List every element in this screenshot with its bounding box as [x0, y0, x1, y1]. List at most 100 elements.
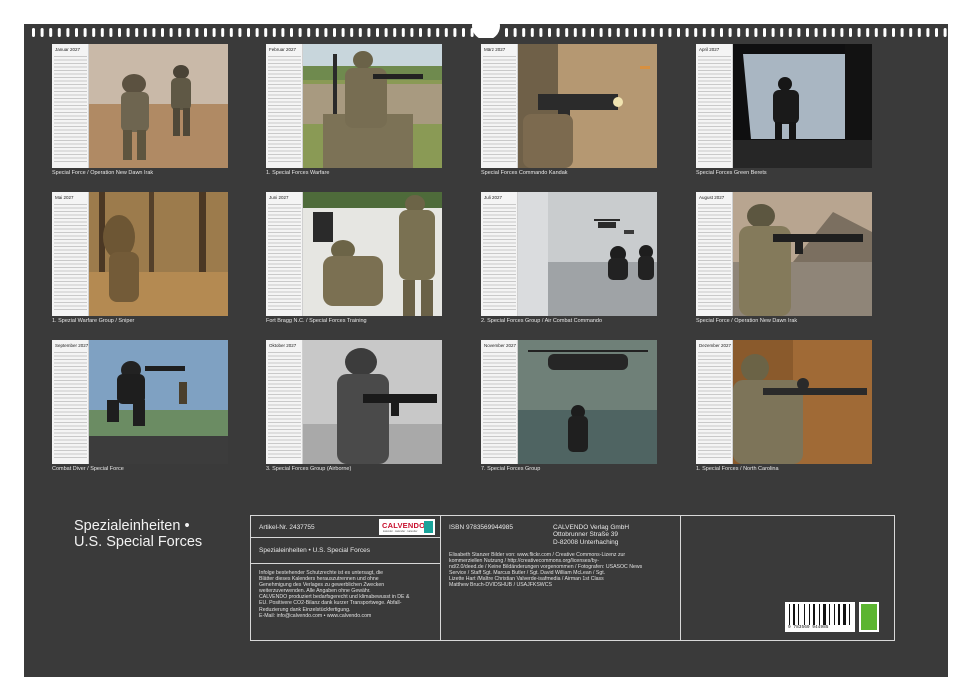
- month-photo: [733, 340, 872, 464]
- month-thumbnail-march[interactable]: März 2027 Special Forces Commando Kandak: [481, 44, 657, 180]
- binding-loop: [840, 28, 844, 37]
- binding-loop: [401, 28, 405, 37]
- binding-loop: [849, 28, 852, 37]
- month-page: April 2027: [696, 44, 872, 168]
- month-photo: [733, 44, 872, 168]
- barcode-bar: [813, 604, 815, 625]
- month-page: Dezember 2027: [696, 340, 872, 464]
- month-photo: [89, 340, 228, 464]
- binding-loop: [453, 28, 457, 37]
- article-number: Artikel-Nr. 2437755: [259, 524, 315, 531]
- month-thumbnail-january[interactable]: Januar 2027 Special Force / Operation Ne…: [52, 44, 228, 180]
- binding-loop: [720, 28, 723, 37]
- month-name: Mai 2027: [55, 195, 74, 200]
- month-thumbnail-november[interactable]: November 2027 7. Special Forces Group: [481, 340, 657, 476]
- binding-loop: [229, 28, 233, 37]
- month-photo: [303, 340, 442, 464]
- binding-loop: [384, 28, 388, 37]
- binding-loop: [573, 28, 577, 37]
- publisher-line: Ottobrunner Straße 39: [553, 531, 619, 539]
- binding-loop: [169, 28, 173, 37]
- month-page: August 2027: [696, 192, 872, 316]
- binding-loop: [290, 28, 293, 37]
- month-thumbnail-august[interactable]: August 2027 Special Force / Operation Ne…: [696, 192, 872, 328]
- binding-loop: [126, 28, 130, 37]
- date-column: November 2027: [481, 340, 518, 464]
- binding-loop: [943, 28, 947, 37]
- binding-loop: [505, 28, 508, 37]
- binding-loop: [522, 28, 526, 37]
- binding-loop: [591, 28, 594, 37]
- photo-credits: Elisabeth Stanzer Bilder von: www.flickr…: [449, 552, 679, 589]
- date-column: Juli 2027: [481, 192, 518, 316]
- eco-badge: [859, 602, 879, 632]
- binding-loop: [143, 28, 147, 37]
- binding-loop: [806, 28, 809, 37]
- month-caption: Special Forces Green Berets: [696, 170, 767, 176]
- month-caption: Special Force / Operation New Dawn Irak: [52, 170, 154, 176]
- month-thumbnail-october[interactable]: Oktober 2027 3. Special Forces Group (Ai…: [266, 340, 442, 476]
- binding-loop: [66, 28, 70, 37]
- binding-loop: [548, 28, 551, 37]
- month-thumbnail-september[interactable]: September 2027 Combat Diver / Special Fo…: [52, 340, 228, 476]
- binding-loop: [393, 28, 397, 37]
- month-caption: 1. Special Forces Warfare: [266, 170, 330, 176]
- binding-loop: [917, 28, 921, 37]
- month-thumbnail-april[interactable]: April 2027 Special Forces Green Berets: [696, 44, 872, 180]
- publisher-line: D-82008 Unterhaching: [553, 538, 619, 546]
- binding-loop: [745, 28, 749, 37]
- barcode-bar: [804, 604, 805, 625]
- binding-loop: [264, 28, 268, 37]
- month-caption: Special Force / Operation New Dawn Irak: [696, 318, 798, 324]
- binding-loop: [212, 28, 216, 37]
- publisher-address: CALVENDO Verlag GmbH Ottobrunner Straße …: [553, 524, 629, 546]
- binding-loop: [358, 28, 362, 37]
- month-thumbnail-february[interactable]: Februar 2027 1. Special Forces Warfare: [266, 44, 442, 180]
- binding-loop: [152, 28, 156, 37]
- binding-loop: [900, 28, 904, 37]
- binding-loop: [616, 28, 620, 37]
- month-name: August 2027: [699, 195, 725, 200]
- month-photo: [518, 192, 657, 316]
- binding-loop: [651, 28, 655, 37]
- month-name: Februar 2027: [269, 47, 297, 52]
- binding-loop: [315, 28, 319, 37]
- month-page: Juli 2027: [481, 192, 657, 316]
- binding-loop: [659, 28, 663, 37]
- date-column: September 2027: [52, 340, 89, 464]
- binding-loop: [419, 28, 422, 37]
- date-column: April 2027: [696, 44, 733, 168]
- month-caption: Combat Diver / Special Force: [52, 466, 124, 472]
- binding-loop: [281, 28, 285, 37]
- divider: [251, 537, 441, 538]
- binding-loop: [161, 28, 164, 37]
- binding-loop: [350, 28, 354, 37]
- info-column-right: 9 783569 944985: [681, 516, 894, 640]
- barcode-number: 9 783569 944985: [788, 625, 829, 630]
- month-thumbnail-december[interactable]: Dezember 2027 1. Special Forces / North …: [696, 340, 872, 476]
- binding-loop: [324, 28, 328, 37]
- calendar-title: Spezialeinheiten • U.S. Special Forces: [74, 518, 202, 550]
- month-thumbnail-may[interactable]: Mai 2027 1. Spezial Warfare Group / Snip…: [52, 192, 228, 328]
- date-column: Februar 2027: [266, 44, 303, 168]
- logo-tagline: kalender · kalender · kalender: [383, 529, 418, 533]
- month-caption: 3. Special Forces Group (Airborne): [266, 466, 352, 472]
- month-page: November 2027: [481, 340, 657, 464]
- month-thumbnail-june[interactable]: Juni 2027 Fort Bragg N.C. / Special Forc…: [266, 192, 442, 328]
- binding-loop: [83, 28, 87, 37]
- binding-loop: [556, 28, 560, 37]
- date-column: Januar 2027: [52, 44, 89, 168]
- binding-loop: [92, 28, 96, 37]
- month-page: Juni 2027: [266, 192, 442, 316]
- binding-loop: [677, 28, 680, 37]
- month-thumbnail-july[interactable]: Juli 2027 2. Special Forces Group / Air …: [481, 192, 657, 328]
- binding-loop: [204, 28, 207, 37]
- binding-loop: [462, 28, 465, 37]
- month-photo: [733, 192, 872, 316]
- binding-loop: [892, 28, 895, 37]
- month-caption: 2. Special Forces Group / Air Combat Com…: [481, 318, 603, 324]
- binding-loop: [255, 28, 259, 37]
- binding-loop: [814, 28, 818, 37]
- binding-loop: [788, 28, 792, 37]
- binding-loop: [247, 28, 250, 37]
